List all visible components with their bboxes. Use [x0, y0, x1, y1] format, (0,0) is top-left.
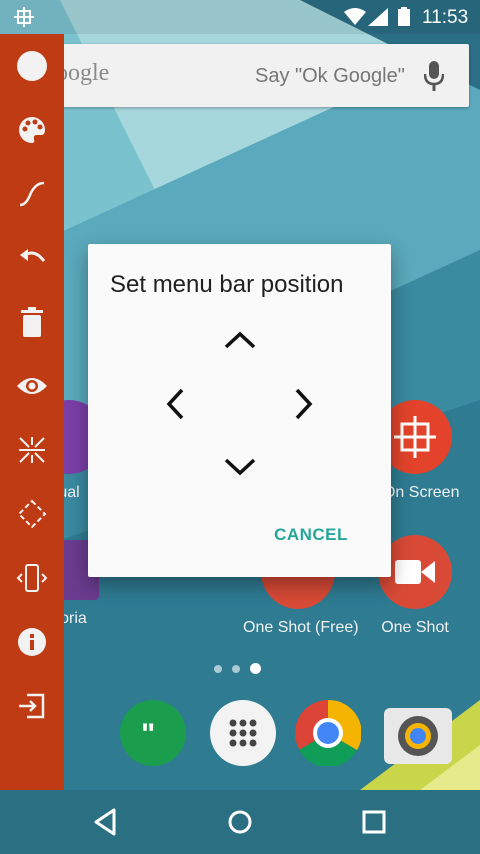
- set-position-dialog: Set menu bar position CANCEL: [88, 244, 391, 577]
- chevron-right-icon[interactable]: [284, 384, 324, 424]
- info-icon[interactable]: [12, 622, 52, 662]
- chevron-up-icon[interactable]: [220, 320, 260, 360]
- exit-icon[interactable]: [12, 686, 52, 726]
- chrome-icon[interactable]: [295, 699, 362, 768]
- wifi-icon: [344, 8, 366, 25]
- curve-icon[interactable]: [12, 174, 52, 214]
- page-dot: [214, 665, 222, 673]
- chevron-down-icon[interactable]: [220, 447, 260, 487]
- collapse-arrows-icon[interactable]: [12, 430, 52, 470]
- video-camera-icon: [395, 560, 435, 584]
- navigation-bar: [0, 790, 480, 854]
- camera-icon[interactable]: [384, 708, 452, 764]
- phone-rotate-icon[interactable]: [12, 558, 52, 598]
- circle-icon[interactable]: [12, 46, 52, 86]
- cancel-button[interactable]: CANCEL: [266, 520, 356, 550]
- page-dot-active: [250, 663, 261, 674]
- crosshair-grid-icon: [394, 416, 436, 458]
- eye-icon[interactable]: [12, 366, 52, 406]
- page-indicator: [214, 660, 271, 678]
- recents-icon[interactable]: [356, 804, 392, 840]
- google-search-bar[interactable]: oogle Say "Ok Google": [40, 44, 469, 107]
- menu-bar: [0, 34, 64, 790]
- move-icon[interactable]: [12, 494, 52, 534]
- home-icon[interactable]: [222, 804, 258, 840]
- status-bar: 11:53: [0, 0, 480, 34]
- palette-icon[interactable]: [12, 110, 52, 150]
- app-label: One Shot: [381, 619, 449, 636]
- app-drawer-icon[interactable]: [210, 700, 276, 766]
- signal-icon: [368, 8, 388, 26]
- trash-icon[interactable]: [12, 302, 52, 342]
- undo-icon[interactable]: [12, 238, 52, 278]
- hangouts-icon[interactable]: ": [120, 700, 186, 766]
- page-dot: [232, 665, 240, 673]
- search-hint: Say "Ok Google": [255, 65, 405, 87]
- chevron-left-icon[interactable]: [155, 384, 195, 424]
- crosshair-grid-icon: [14, 7, 34, 27]
- svg-text:": ": [141, 718, 155, 748]
- status-time: 11:53: [422, 7, 469, 28]
- battery-icon: [398, 7, 410, 26]
- app-label: One Shot (Free): [243, 619, 359, 636]
- dialog-title: Set menu bar position: [110, 271, 344, 298]
- mic-icon[interactable]: [424, 61, 444, 91]
- back-icon[interactable]: [88, 804, 124, 840]
